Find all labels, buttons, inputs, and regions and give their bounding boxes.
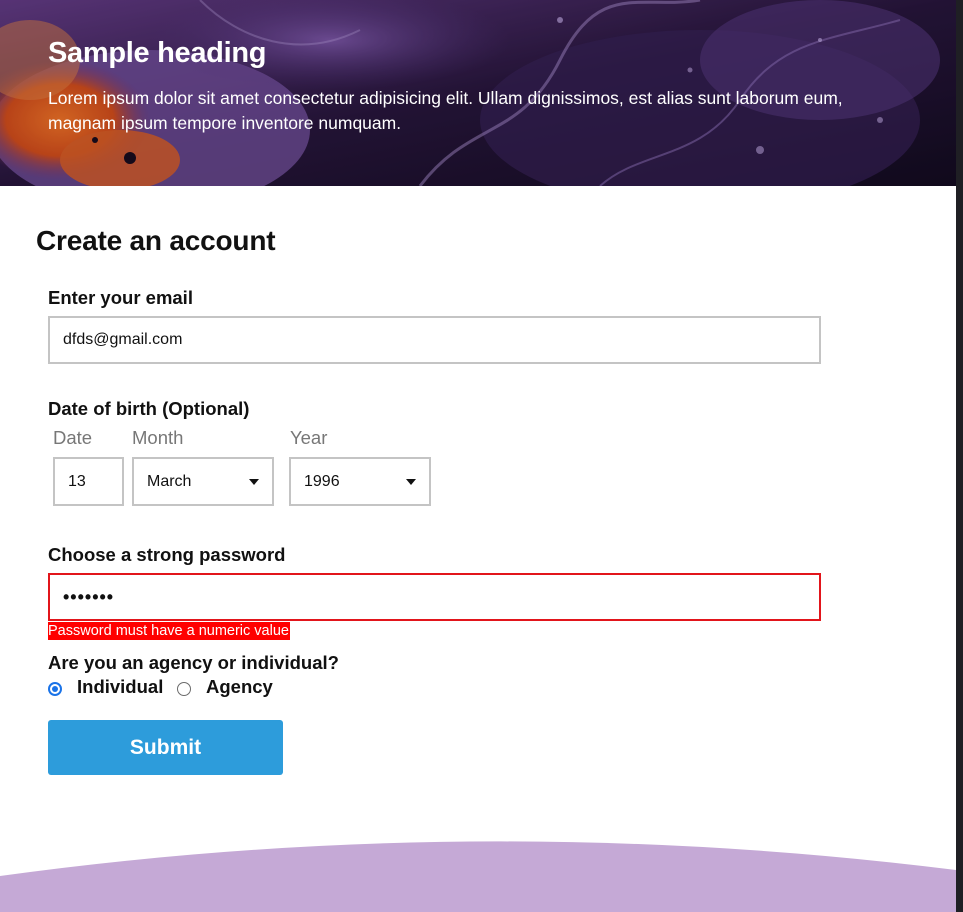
account-type-label: Are you an agency or individual? [48,652,339,673]
page: Sample heading Lorem ipsum dolor sit ame… [0,0,963,912]
date-value: 13 [68,473,86,490]
password-error-message: Password must have a numeric value [48,622,290,640]
month-select[interactable]: March [132,457,274,506]
email-field[interactable] [48,316,821,364]
window-edge [956,0,963,912]
form-title: Create an account [36,225,276,256]
date-sublabel: Date [53,427,93,448]
individual-radio[interactable] [48,682,62,696]
month-value: March [147,473,192,490]
dob-label: Date of birth (Optional) [48,398,250,419]
chevron-down-icon [249,479,259,485]
individual-radio-label[interactable]: Individual [77,676,163,698]
hero-description: Lorem ipsum dolor sit amet consectetur a… [48,88,843,133]
year-value: 1996 [304,473,340,490]
email-label: Enter your email [48,287,193,308]
chevron-down-icon [406,479,416,485]
date-input[interactable]: 13 [53,457,124,506]
footer-wave [0,841,956,912]
submit-button[interactable]: Submit [48,720,283,775]
hero-heading: Sample heading [48,37,267,69]
agency-radio-label[interactable]: Agency [206,676,273,698]
year-sublabel: Year [290,427,328,448]
password-field[interactable] [48,573,821,621]
year-select[interactable]: 1996 [289,457,431,506]
password-label: Choose a strong password [48,544,286,565]
agency-radio[interactable] [177,682,191,696]
month-sublabel: Month [132,427,184,448]
hero-banner: Sample heading Lorem ipsum dolor sit ame… [0,0,956,186]
